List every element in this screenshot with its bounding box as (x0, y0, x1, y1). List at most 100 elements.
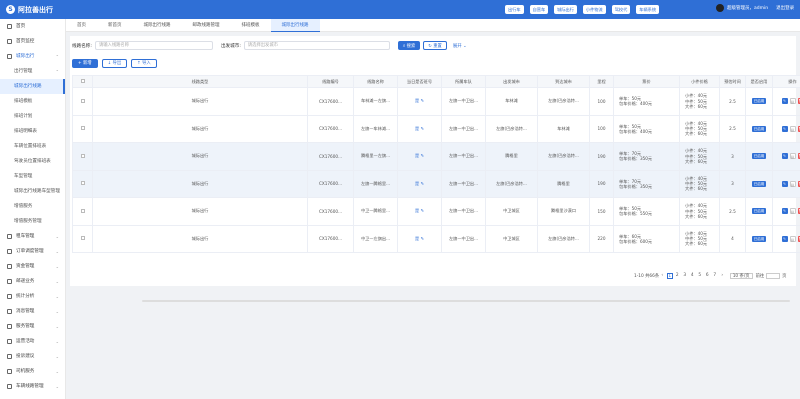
tab-schedule-template[interactable]: 排班模板 (231, 19, 271, 32)
page-button[interactable]: 1 (666, 273, 673, 279)
reset-button[interactable]: ↻ 重置 (423, 41, 447, 50)
document-icon[interactable]: ▤ (789, 153, 796, 160)
sidebar-item-schedule-detail[interactable]: 排班明细表 (0, 124, 65, 139)
edit-icon[interactable]: ✎ (419, 126, 425, 131)
row-checkbox-cell[interactable] (72, 114, 93, 143)
col-header[interactable]: 票价 (613, 75, 680, 88)
page-jump-input[interactable] (766, 273, 781, 279)
status-badge[interactable]: 已启用 (751, 98, 767, 105)
sidebar-item-trip-mgmt[interactable]: 出行管理 ⌃ (0, 64, 65, 79)
sidebar-item-mail[interactable]: 邮递业务 ⌄ (0, 274, 65, 289)
expand-toggle[interactable]: 展开 ⌄ (453, 43, 467, 49)
row-checkbox-cell[interactable] (72, 142, 93, 171)
sidebar-item-schedule-template[interactable]: 排班模板 (0, 94, 65, 109)
add-button[interactable]: + 新增 (72, 59, 98, 68)
sidebar-item-activity[interactable]: 运营活动 ⌄ (0, 334, 65, 349)
app-logo[interactable]: S 阿拉善出行 (6, 4, 53, 15)
row-checkbox-cell[interactable] (72, 169, 93, 198)
sidebar-item-value-added[interactable]: 增值服务 (0, 199, 65, 214)
header-nav-item[interactable]: 出行车 (505, 5, 524, 14)
document-icon[interactable]: ▤ (789, 235, 796, 242)
import-button[interactable]: ↑ 导入 (131, 59, 157, 68)
status-badge[interactable]: 已启用 (751, 208, 767, 215)
status-badge[interactable]: 已启用 (751, 153, 767, 160)
edit-icon[interactable]: ✎ (419, 98, 425, 103)
next-page-button[interactable]: › (719, 273, 725, 279)
edit-icon[interactable]: ✎ (419, 153, 425, 158)
row-checkbox-cell[interactable] (72, 224, 93, 253)
tab-intercity-route[interactable]: 城际出行线路 (270, 19, 320, 32)
sidebar-item-driver[interactable]: 司机服务 ⌄ (0, 364, 65, 379)
document-icon[interactable]: ▤ (789, 180, 796, 187)
col-header[interactable]: 操作 (772, 75, 800, 88)
logout-button[interactable]: 退出登录 (776, 5, 794, 11)
header-nav-item[interactable]: 自营车 (529, 5, 549, 14)
header-nav-item[interactable]: 车辆系统 (636, 5, 660, 14)
page-button[interactable]: 7 (712, 273, 718, 279)
avatar[interactable] (716, 4, 724, 12)
checkbox[interactable] (80, 126, 85, 131)
col-header[interactable]: 里程 (589, 75, 614, 88)
tab-home[interactable]: 首页 (66, 19, 97, 32)
checkbox[interactable] (80, 98, 85, 103)
status-badge[interactable]: 已启用 (751, 180, 767, 187)
col-header[interactable]: 预估时间 (719, 75, 746, 88)
sidebar-item-message[interactable]: 消息管理 ⌄ (0, 304, 65, 319)
col-header[interactable]: 所属车队 (441, 75, 486, 88)
sidebar-item-rental[interactable]: 租车管理 ⌄ (0, 229, 65, 244)
edit-icon[interactable]: ✎ (419, 236, 425, 241)
edit-icon[interactable]: ✎ (419, 208, 425, 213)
sidebar-item-route[interactable]: 车辆线路管理 ⌄ (0, 379, 65, 394)
sidebar-item-vehicle-type[interactable]: 车型管理 (0, 169, 65, 184)
sidebar-item-intercity[interactable]: 城际出行 ⌃ (0, 49, 65, 64)
edit-icon[interactable]: ✎ (781, 153, 788, 160)
page-button[interactable]: 5 (697, 273, 703, 279)
row-checkbox-cell[interactable] (72, 197, 93, 226)
document-icon[interactable]: ▤ (789, 208, 796, 215)
page-button[interactable]: 3 (682, 273, 688, 279)
header-select-all[interactable] (72, 75, 93, 88)
export-button[interactable]: ↓ 导出 (101, 59, 128, 68)
edit-icon[interactable]: ✎ (781, 208, 788, 215)
sidebar-item-intercity-route[interactable]: 城际出行线路 (0, 79, 65, 94)
edit-icon[interactable]: ✎ (781, 98, 788, 105)
checkbox[interactable] (80, 236, 85, 241)
sidebar-item-finance[interactable]: 资金管理 ⌄ (0, 259, 65, 274)
col-header[interactable]: 线路名称 (353, 75, 398, 88)
prev-page-button[interactable]: ‹ (659, 273, 665, 279)
sidebar-item-driver-schedule[interactable]: 驾驶员位置排班表 (0, 154, 65, 169)
edit-icon[interactable]: ✎ (781, 125, 788, 132)
checkbox[interactable] (80, 79, 85, 83)
search-button[interactable]: ⌕ 搜索 (397, 41, 421, 50)
col-header[interactable]: 当日是否班号 (397, 75, 442, 88)
tab-intercity[interactable]: 城际出行线路 (133, 19, 182, 32)
col-header[interactable]: 是否启用 (745, 75, 773, 88)
sidebar-item-new-home[interactable]: 首页监控 (0, 34, 65, 49)
document-icon[interactable]: ▤ (789, 125, 796, 132)
horizontal-scrollbar[interactable] (142, 300, 790, 302)
edit-icon[interactable]: ✎ (781, 180, 788, 187)
col-header[interactable]: 线路编号 (307, 75, 354, 88)
checkbox[interactable] (80, 153, 85, 158)
page-button[interactable]: 4 (689, 273, 695, 279)
col-header[interactable]: 到达城市 (537, 75, 590, 88)
sidebar-item-service[interactable]: 服务管理 ⌄ (0, 319, 65, 334)
departure-city-select[interactable]: 请选择出发城市 (243, 41, 390, 50)
header-nav-item[interactable]: 驾校代 (611, 5, 631, 14)
sidebar-item-stats[interactable]: 统计分析 ⌄ (0, 289, 65, 304)
page-button[interactable]: 2 (674, 273, 680, 279)
tab-postal-route[interactable]: 邮政线路管理 (182, 19, 231, 32)
sidebar-item-feedback[interactable]: 投诉建议 ⌄ (0, 349, 65, 364)
edit-icon[interactable]: ✎ (781, 235, 788, 242)
row-checkbox-cell[interactable] (72, 87, 93, 116)
checkbox[interactable] (80, 208, 85, 213)
sidebar-item-dispatch[interactable]: 订单调度管理 ⌄ (0, 244, 65, 259)
header-nav-item[interactable]: 小件物流 (582, 5, 606, 14)
route-name-input[interactable]: 请输入线路名称 (94, 41, 213, 50)
page-button[interactable]: 6 (704, 273, 710, 279)
sidebar-item-value-added-mgmt[interactable]: 增值服务管理 (0, 214, 65, 229)
col-header[interactable]: 出发城市 (485, 75, 538, 88)
sidebar-item-schedule-plan[interactable]: 排班计划 (0, 109, 65, 124)
col-header[interactable]: 线路类型 (92, 75, 308, 88)
edit-icon[interactable]: ✎ (419, 181, 425, 186)
